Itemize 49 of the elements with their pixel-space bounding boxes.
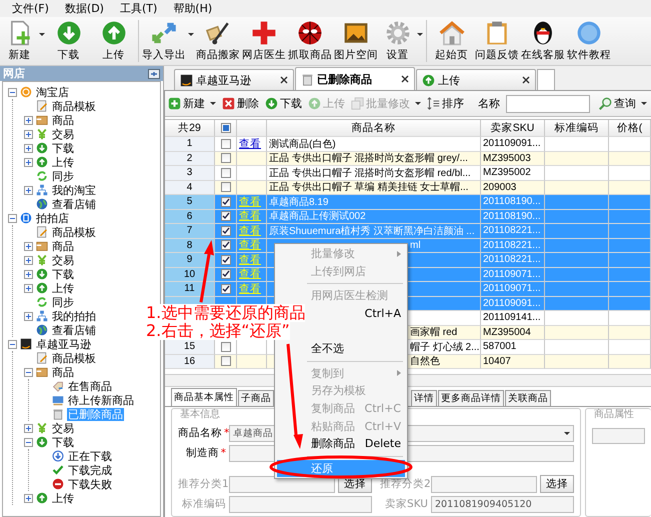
table-cell: 10407 xyxy=(483,356,511,367)
table-cell: 正品 专供出口帽子 混搭时尚女盔形帽 grey/... xyxy=(269,152,468,166)
table-cell: 201109071... xyxy=(483,283,541,294)
row-number: 1 xyxy=(165,137,215,152)
field-label: 卖家SKU xyxy=(384,497,428,511)
field-label: 推荐分类2 xyxy=(380,477,428,491)
table-cell: 209003 xyxy=(483,182,516,193)
field-label: 推荐分类1 xyxy=(178,477,226,491)
row-number: 2 xyxy=(165,152,215,166)
annotation-text: 2.右击，选择“还原” xyxy=(146,322,290,340)
table-cell: 201108221... xyxy=(483,254,541,266)
table-cell: 201109091... xyxy=(483,138,541,150)
table-cell: 201108190... xyxy=(483,196,541,208)
group-title: 商品属性 xyxy=(593,409,635,420)
field-label: 标准编码 xyxy=(181,497,226,511)
table-cell: 201109071... xyxy=(483,268,541,280)
table-cell: 201109141... xyxy=(483,312,541,324)
row-number: 15 xyxy=(165,340,215,354)
table-cell: 201108221... xyxy=(483,225,541,236)
row-number: 11 xyxy=(165,282,215,296)
table-cell: MZ395004 xyxy=(483,326,531,338)
row-number: 9 xyxy=(165,253,215,268)
annotation-text: 1.选中需要还原的商品 xyxy=(146,304,306,322)
row-number: 3 xyxy=(165,166,215,180)
row-number: 5 xyxy=(165,195,215,210)
panel-title: 网店 xyxy=(3,66,25,81)
row-number: 16 xyxy=(165,354,215,369)
table-cell: MZ395002 xyxy=(483,167,531,178)
table-cell-text: 卓越商品8.19 xyxy=(269,196,328,209)
table-cell-text: 原装Shuuemura植村秀 汉萃断黑净白洁颜油 ... xyxy=(269,224,475,238)
group-title: 基本信息 xyxy=(179,409,221,420)
row-number: 6 xyxy=(165,210,215,224)
table-cell: MZ395003 xyxy=(483,152,531,164)
field-label: 名称 xyxy=(478,96,500,111)
table-cell: ml xyxy=(410,240,421,251)
table-cell: 卓越商品上传测试002 xyxy=(269,210,366,224)
row-number: 7 xyxy=(165,224,215,238)
table-cell-text: 自然色 xyxy=(410,355,440,368)
table-cell: 201108221... xyxy=(483,240,541,251)
field-label: 制造商 * xyxy=(184,446,226,460)
table-cell: 201109091... xyxy=(483,298,541,309)
table-cell-text: 测试商品(白色) xyxy=(269,138,336,151)
table-cell-text: 正品 专供出口帽子 混搭时尚女盔形帽 red/bl... xyxy=(269,166,471,180)
table-cell: 587001 xyxy=(483,341,516,352)
table-cell-text: 帽子 灯心绒 2... xyxy=(410,340,480,354)
row-number: 4 xyxy=(165,180,215,195)
table-cell: 201108190... xyxy=(483,210,541,222)
table-cell: 正品 专供出口帽子 草编 精美挂链 女士草帽... xyxy=(269,180,468,194)
table-cell: 画家帽 red xyxy=(410,326,458,340)
